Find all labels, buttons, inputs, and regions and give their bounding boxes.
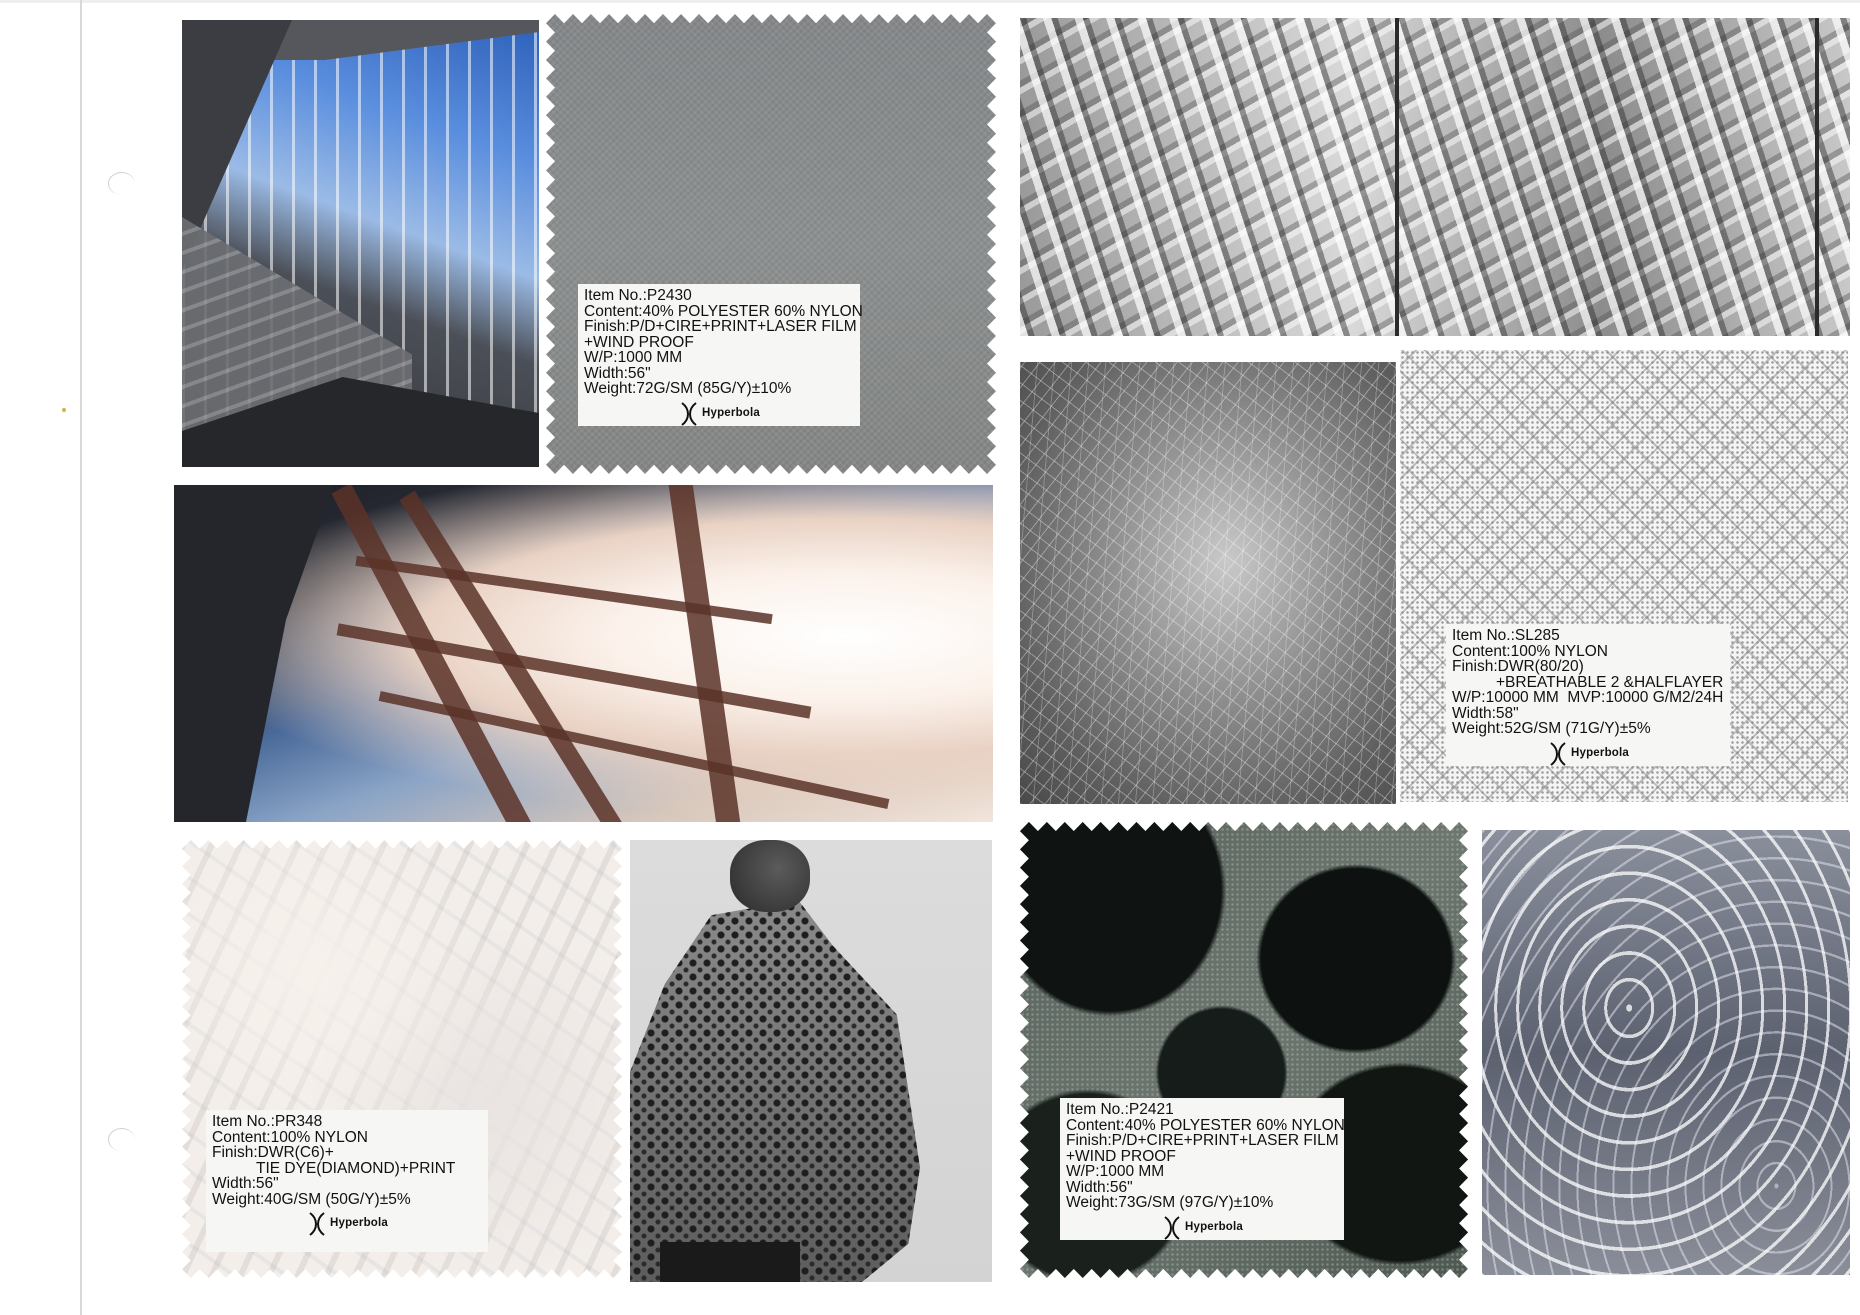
brand-name: Hyperbola	[701, 406, 761, 419]
label-line: Width:56"	[584, 364, 651, 382]
hyperbola-mark-icon	[309, 1212, 325, 1236]
label-line: +BREATHABLE 2 &HALFLAYER	[1496, 673, 1724, 691]
label-line: TIE DYE(DIAMOND)+PRINT	[256, 1159, 456, 1177]
label-line: Weight:52G/SM (71G/Y)±5%	[1452, 720, 1651, 737]
hyperbola-mark-icon	[1164, 1215, 1180, 1240]
swatch-label-sl285: Item No.:SL285 Content:100% NYLON Finish…	[1446, 624, 1730, 766]
punch-hole-top	[108, 172, 135, 195]
brand-name: Hyperbola	[1184, 1220, 1244, 1233]
label-line: W/P:1000 MM	[1066, 1163, 1165, 1180]
label-line: Width:56"	[212, 1175, 279, 1192]
label-line: Width:56"	[1066, 1178, 1133, 1196]
hyperbola-logo: Hyperbola	[1452, 741, 1724, 767]
punch-hole-bottom	[108, 1128, 135, 1151]
crystal-texture-photo	[1020, 18, 1850, 336]
hyperbola-mark-icon	[1550, 741, 1566, 766]
staircase-photo	[182, 20, 539, 467]
label-line: +WIND PROOF	[1066, 1147, 1176, 1165]
label-line: W/P:1000 MM	[584, 349, 683, 366]
label-line: Item No.:P2421	[1066, 1101, 1174, 1118]
hyperbola-mark-icon	[681, 401, 697, 426]
model-leopard-jacket-photo	[630, 840, 992, 1282]
binder-margin-line	[80, 0, 82, 1315]
label-line: Finish:DWR(80/20)	[1452, 658, 1584, 675]
label-line: Finish:DWR(C6)+	[212, 1144, 334, 1161]
label-line: Weight:73G/SM (97G/Y)±10%	[1066, 1194, 1274, 1211]
water-caustics-photo	[1482, 830, 1850, 1275]
label-line: Weight:40G/SM (50G/Y)±5%	[212, 1190, 411, 1208]
paper-speck	[62, 408, 66, 412]
hyperbola-logo: Hyperbola	[212, 1211, 482, 1237]
brand-name: Hyperbola	[1570, 746, 1630, 759]
brand-name: Hyperbola	[329, 1217, 389, 1230]
label-line: Item No.:SL285	[1452, 627, 1560, 644]
shattered-glass-texture	[1020, 362, 1396, 804]
swatch-label-pr348: Item No.:PR348 Content:100% NYLON Finish…	[206, 1110, 488, 1252]
label-line: Content:40% POLYESTER 60% NYLON	[584, 302, 863, 320]
label-line: Finish:P/D+CIRE+PRINT+LASER FILM	[1066, 1132, 1339, 1149]
label-line: Content:40% POLYESTER 60% NYLON	[1066, 1116, 1345, 1134]
label-line: W/P:10000 MM MVP:10000 G/M2/24H	[1452, 689, 1724, 706]
hyperbola-logo: Hyperbola	[584, 401, 854, 427]
swatch-label-p2421: Item No.:P2421 Content:40% POLYESTER 60%…	[1060, 1098, 1345, 1241]
label-line: Item No.:P2430	[584, 287, 692, 304]
label-line: Content:100% NYLON	[212, 1128, 368, 1146]
label-line: Weight:72G/SM (85G/Y)±10%	[584, 380, 792, 397]
label-line: Finish:P/D+CIRE+PRINT+LASER FILM	[584, 318, 857, 335]
label-line: Content:100% NYLON	[1452, 642, 1608, 660]
glass-atrium-photo	[174, 485, 993, 822]
hyperbola-logo: Hyperbola	[1066, 1215, 1338, 1241]
page-top-edge	[0, 0, 1860, 3]
label-line: Width:58"	[1452, 704, 1519, 722]
label-line: +WIND PROOF	[584, 333, 694, 351]
swatch-label-p2430: Item No.:P2430 Content:40% POLYESTER 60%…	[578, 284, 863, 427]
label-line: Item No.:PR348	[212, 1113, 323, 1130]
